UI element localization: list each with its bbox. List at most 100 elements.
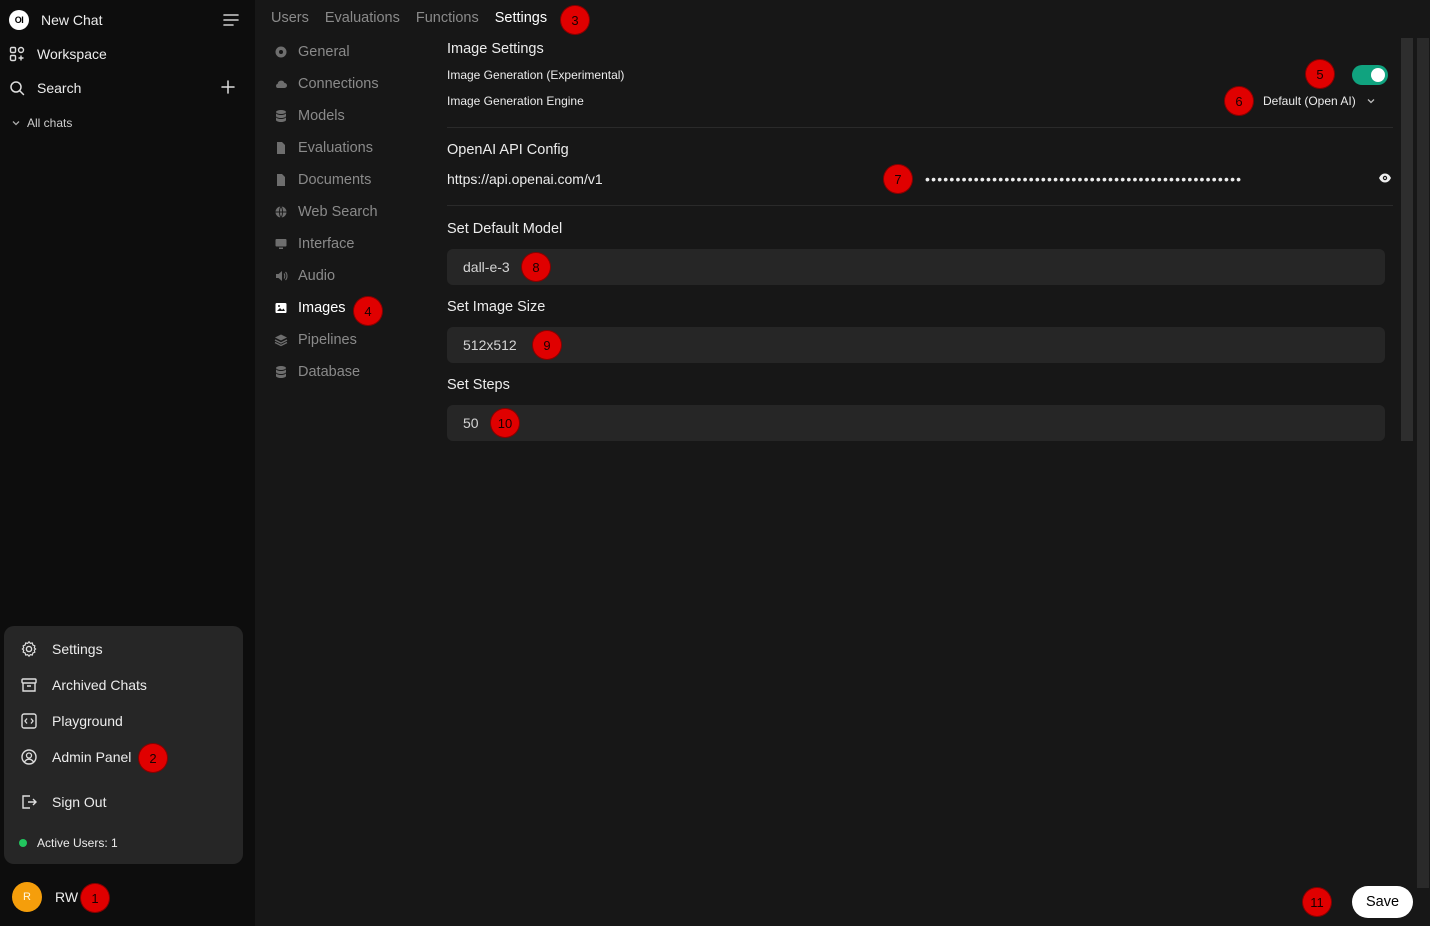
tab-settings[interactable]: Settings bbox=[495, 10, 547, 26]
eye-icon[interactable] bbox=[1378, 171, 1392, 185]
divider bbox=[447, 127, 1393, 128]
menu-playground[interactable]: Playground bbox=[20, 712, 123, 730]
nav-documents-label: Documents bbox=[298, 172, 372, 188]
image-engine-label: Image Generation Engine bbox=[447, 94, 584, 108]
search-label: Search bbox=[37, 80, 82, 96]
menu-settings[interactable]: Settings bbox=[20, 640, 103, 658]
menu-archived-chats[interactable]: Archived Chats bbox=[20, 676, 147, 694]
menu-sign-out[interactable]: Sign Out bbox=[20, 793, 106, 811]
nav-evaluations[interactable]: Evaluations bbox=[274, 140, 373, 156]
tab-functions[interactable]: Functions bbox=[416, 10, 479, 26]
nav-general-label: General bbox=[298, 44, 350, 60]
nav-database[interactable]: Database bbox=[274, 364, 360, 380]
layers-icon bbox=[274, 334, 288, 347]
database-stack-icon bbox=[276, 110, 286, 122]
active-users-status: Active Users: 1 bbox=[19, 836, 118, 850]
image-icon bbox=[275, 303, 287, 313]
workspace-icon bbox=[9, 46, 25, 62]
workspace-label: Workspace bbox=[37, 46, 107, 62]
nav-models-label: Models bbox=[298, 108, 345, 124]
online-dot-icon bbox=[19, 839, 27, 847]
annotation-badge-4: 4 bbox=[354, 297, 382, 325]
annotation-badge-2: 2 bbox=[139, 744, 167, 772]
nav-pipelines[interactable]: Pipelines bbox=[274, 332, 357, 348]
menu-settings-label: Settings bbox=[52, 641, 103, 657]
nav-web-search-label: Web Search bbox=[298, 204, 378, 220]
toggle-knob bbox=[1371, 68, 1385, 82]
nav-audio[interactable]: Audio bbox=[274, 268, 335, 284]
monitor-icon bbox=[275, 239, 287, 249]
default-model-input[interactable]: dall-e-3 bbox=[447, 249, 1385, 285]
nav-documents[interactable]: Documents bbox=[274, 172, 371, 188]
active-users-label: Active Users: 1 bbox=[37, 836, 118, 850]
image-generation-label: Image Generation (Experimental) bbox=[447, 68, 625, 82]
tab-users[interactable]: Users bbox=[271, 10, 309, 26]
menu-admin-panel[interactable]: Admin Panel bbox=[20, 748, 131, 766]
annotation-badge-5: 5 bbox=[1306, 60, 1334, 88]
all-chats-toggle[interactable]: All chats bbox=[11, 116, 72, 130]
menu-icon[interactable] bbox=[223, 13, 239, 27]
search-button[interactable]: Search bbox=[9, 76, 81, 100]
nav-audio-label: Audio bbox=[298, 268, 336, 284]
archive-icon bbox=[21, 678, 37, 692]
api-base-url-input[interactable]: https://api.openai.com/v1 bbox=[447, 171, 603, 187]
chevron-down-icon bbox=[12, 121, 20, 126]
image-size-input[interactable]: 512x512 bbox=[447, 327, 1385, 363]
workspace-link[interactable]: Workspace bbox=[9, 42, 107, 66]
gear-icon bbox=[21, 640, 37, 658]
annotation-badge-1: 1 bbox=[81, 884, 109, 912]
new-chat-button[interactable]: OI New Chat bbox=[9, 8, 102, 32]
code-icon bbox=[21, 713, 37, 729]
nav-images-label: Images bbox=[298, 300, 346, 316]
menu-signout-label: Sign Out bbox=[52, 794, 107, 810]
api-key-input[interactable]: ••••••••••••••••••••••••••••••••••••••••… bbox=[925, 171, 1329, 187]
user-menu: Settings Archived Chats Playground Admin… bbox=[4, 626, 243, 864]
image-generation-toggle[interactable] bbox=[1352, 65, 1388, 85]
nav-models[interactable]: Models bbox=[274, 108, 345, 124]
save-button[interactable]: Save bbox=[1352, 886, 1413, 918]
default-model-label: Set Default Model bbox=[447, 221, 563, 237]
admin-tabs: Users Evaluations Functions Settings bbox=[271, 10, 563, 26]
user-profile-button[interactable]: R RW bbox=[12, 882, 78, 912]
all-chats-label: All chats bbox=[27, 116, 73, 130]
steps-label: Set Steps bbox=[447, 377, 510, 393]
globe-icon bbox=[275, 206, 287, 218]
document-icon bbox=[277, 174, 285, 186]
nav-interface-label: Interface bbox=[298, 236, 355, 252]
speaker-icon bbox=[276, 271, 288, 281]
plus-icon[interactable] bbox=[220, 79, 236, 95]
search-icon bbox=[10, 81, 25, 96]
nav-pipelines-label: Pipelines bbox=[298, 332, 357, 348]
nav-connections[interactable]: Connections bbox=[274, 76, 379, 92]
cloud-icon bbox=[276, 80, 287, 88]
database-icon bbox=[276, 366, 286, 378]
nav-interface[interactable]: Interface bbox=[274, 236, 354, 252]
image-engine-value: Default (Open AI) bbox=[1263, 94, 1356, 108]
annotation-badge-3: 3 bbox=[561, 6, 589, 34]
avatar: R bbox=[12, 882, 42, 912]
nav-web-search[interactable]: Web Search bbox=[274, 204, 378, 220]
annotation-badge-8: 8 bbox=[522, 253, 550, 281]
image-size-label: Set Image Size bbox=[447, 299, 546, 315]
divider bbox=[447, 205, 1393, 206]
annotation-badge-11: 11 bbox=[1303, 888, 1331, 916]
outer-scrollbar[interactable] bbox=[1417, 38, 1429, 888]
nav-database-label: Database bbox=[298, 364, 361, 380]
image-engine-select[interactable]: Default (Open AI) bbox=[1263, 94, 1376, 108]
menu-admin-label: Admin Panel bbox=[52, 749, 132, 765]
tab-evaluations[interactable]: Evaluations bbox=[325, 10, 400, 26]
panel-scrollbar[interactable] bbox=[1401, 38, 1413, 441]
nav-general[interactable]: General bbox=[274, 44, 350, 60]
sidebar: OI New Chat Workspace Search All chats S… bbox=[0, 0, 255, 926]
sign-out-icon bbox=[22, 795, 37, 809]
menu-playground-label: Playground bbox=[52, 713, 123, 729]
new-chat-label: New Chat bbox=[41, 12, 103, 28]
menu-archived-label: Archived Chats bbox=[52, 677, 147, 693]
nav-evaluations-label: Evaluations bbox=[298, 140, 373, 156]
document-icon bbox=[277, 142, 285, 154]
steps-input[interactable]: 50 bbox=[447, 405, 1385, 441]
nav-images[interactable]: Images bbox=[274, 300, 346, 316]
annotation-badge-6: 6 bbox=[1225, 87, 1253, 115]
gear-icon bbox=[275, 46, 287, 58]
annotation-badge-9: 9 bbox=[533, 331, 561, 359]
